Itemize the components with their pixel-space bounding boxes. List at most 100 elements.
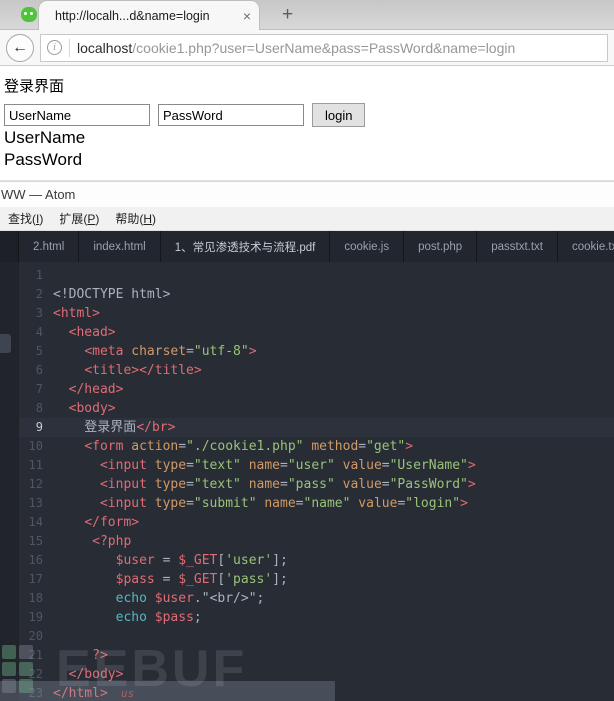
menu-item[interactable]: 扩展(P) [51,210,107,227]
code-line[interactable]: 11 <input type="text" name="user" value=… [19,456,614,475]
atom-tab[interactable]: cookie.txt [557,231,614,262]
code-line[interactable]: 2 <!DOCTYPE html> [19,285,614,304]
code-text: <input type="text" name="pass" value="Pa… [99,477,476,492]
code-text: </form> [84,515,140,530]
login-form: login [4,103,610,127]
menu-item[interactable]: 查找(I) [0,210,51,227]
url-text[interactable]: localhost/cookie1.php?user=UserName&pass… [77,40,515,56]
atom-tab[interactable]: post.php [404,231,478,262]
code-text: <!DOCTYPE html> [53,287,171,302]
code-text: echo $pass; [115,610,202,625]
code-text: <input type="submit" name="name" value="… [99,496,468,511]
atom-left-dock [0,262,19,701]
code-text: </head> [68,382,124,397]
new-tab-button[interactable]: + [272,2,303,28]
code-text: <meta charset="utf-8"> [84,344,257,359]
line-number: 12 [28,477,43,491]
line-number: 14 [28,515,43,529]
code-line[interactable]: 7 </head> [19,380,614,399]
code-text: <body> [68,401,116,416]
address-bar[interactable]: i localhost/cookie1.php?user=UserName&pa… [40,33,608,62]
code-text: $pass = $_GET['pass']; [115,572,288,587]
echo-username: UserName [4,128,86,147]
atom-tab[interactable]: cookie.js [330,231,405,262]
webpage-content: 登录界面 login UserName PassWord [0,66,614,181]
line-number: 16 [28,553,43,567]
info-icon[interactable]: i [47,40,62,55]
code-text: <?php [92,534,132,549]
wechat-favicon-icon [21,7,37,22]
back-button[interactable]: ← [6,33,34,62]
code-line[interactable]: 10 <form action="./cookie1.php" method="… [19,437,614,456]
code-text: echo $user."<br/>"; [115,591,265,606]
line-number: 7 [35,382,43,396]
line-number: 4 [35,325,43,339]
atom-title-bar: WW — Atom [0,181,614,207]
tab-title: http://localh...d&name=login [55,8,210,23]
code-line[interactable]: 1 [19,266,614,285]
code-line[interactable]: 18 echo $user."<br/>"; [19,589,614,608]
line-number: 10 [28,439,43,453]
browser-tab[interactable]: http://localh...d&name=login × [38,0,260,30]
browser-nav-bar: ← i localhost/cookie1.php?user=UserName&… [0,30,614,66]
code-line[interactable]: 4 <head> [19,323,614,342]
freebuf-watermark: EEBUF [56,640,248,698]
password-input[interactable] [158,104,304,126]
atom-tab[interactable]: passtxt.txt [477,231,558,262]
line-number: 1 [35,268,43,282]
code-text: <input type="text" name="user" value="Us… [99,458,476,473]
code-line[interactable]: 8 <body> [19,399,614,418]
browser-tab-bar: http://localh...d&name=login × + [0,0,614,30]
code-text: $user = $_GET['user']; [115,553,288,568]
atom-menu-bar: 查找(I) 扩展(P) 帮助(H) [0,207,614,231]
code-text: <form action="./cookie1.php" method="get… [84,439,414,454]
code-line[interactable]: 16 $user = $_GET['user']; [19,551,614,570]
code-line[interactable]: 9 登录界面</br> [19,418,614,437]
code-line[interactable]: 5 <meta charset="utf-8"> [19,342,614,361]
atom-window-title: WW — Atom [1,187,76,202]
line-number: 9 [35,420,43,434]
atom-tab[interactable]: index.html [79,231,161,262]
code-line[interactable]: 17 $pass = $_GET['pass']; [19,570,614,589]
login-heading: 登录界面 [4,78,65,95]
line-number: 8 [35,401,43,415]
code-line[interactable]: 15 <?php [19,532,614,551]
code-text: <html> [53,306,100,321]
line-number: 18 [28,591,43,605]
atom-tab[interactable]: 1、常见渗透技术与流程.pdf [160,231,331,262]
menu-item[interactable]: 帮助(H) [107,210,164,227]
code-line[interactable]: 12 <input type="text" name="pass" value=… [19,475,614,494]
atom-left-dock-stub [0,231,19,262]
atom-tab-strip: 2.html index.html 1、常见渗透技术与流程.pdf cookie.js… [0,231,614,262]
atom-tab[interactable]: 2.html [19,231,80,262]
line-number: 3 [35,306,43,320]
code-area[interactable]: 1 2 <!DOCTYPE html> 3 <html> 4 <head> 5 <meta … [19,262,614,701]
line-number: 17 [28,572,43,586]
code-line[interactable]: 14 </form> [19,513,614,532]
line-number: 13 [28,496,43,510]
code-line[interactable]: 19 echo $pass; [19,608,614,627]
line-number: 20 [28,629,43,643]
freebuf-logo-icon [2,645,36,697]
code-text: 登录界面</br> [53,420,176,435]
line-number: 6 [35,363,43,377]
login-button[interactable]: login [312,103,366,127]
echo-password: PassWord [4,150,83,169]
tab-close-icon[interactable]: × [243,9,251,23]
url-host: localhost [77,39,133,56]
line-number: 2 [35,287,43,301]
code-text: <head> [68,325,116,340]
username-input[interactable] [4,104,150,126]
atom-editor[interactable]: 1 2 <!DOCTYPE html> 3 <html> 4 <head> 5 <meta … [0,262,614,701]
line-number: 11 [28,458,43,472]
line-number: 19 [28,610,43,624]
code-line[interactable]: 6 <title></title> [19,361,614,380]
line-number: 5 [35,344,43,358]
url-divider [69,38,70,57]
line-number: 15 [28,534,43,548]
code-line[interactable]: 3 <html> [19,304,614,323]
code-line[interactable]: 13 <input type="submit" name="name" valu… [19,494,614,513]
url-path: /cookie1.php?user=UserName&pass=PassWord… [132,39,516,56]
dock-scroll-marker [0,334,11,353]
